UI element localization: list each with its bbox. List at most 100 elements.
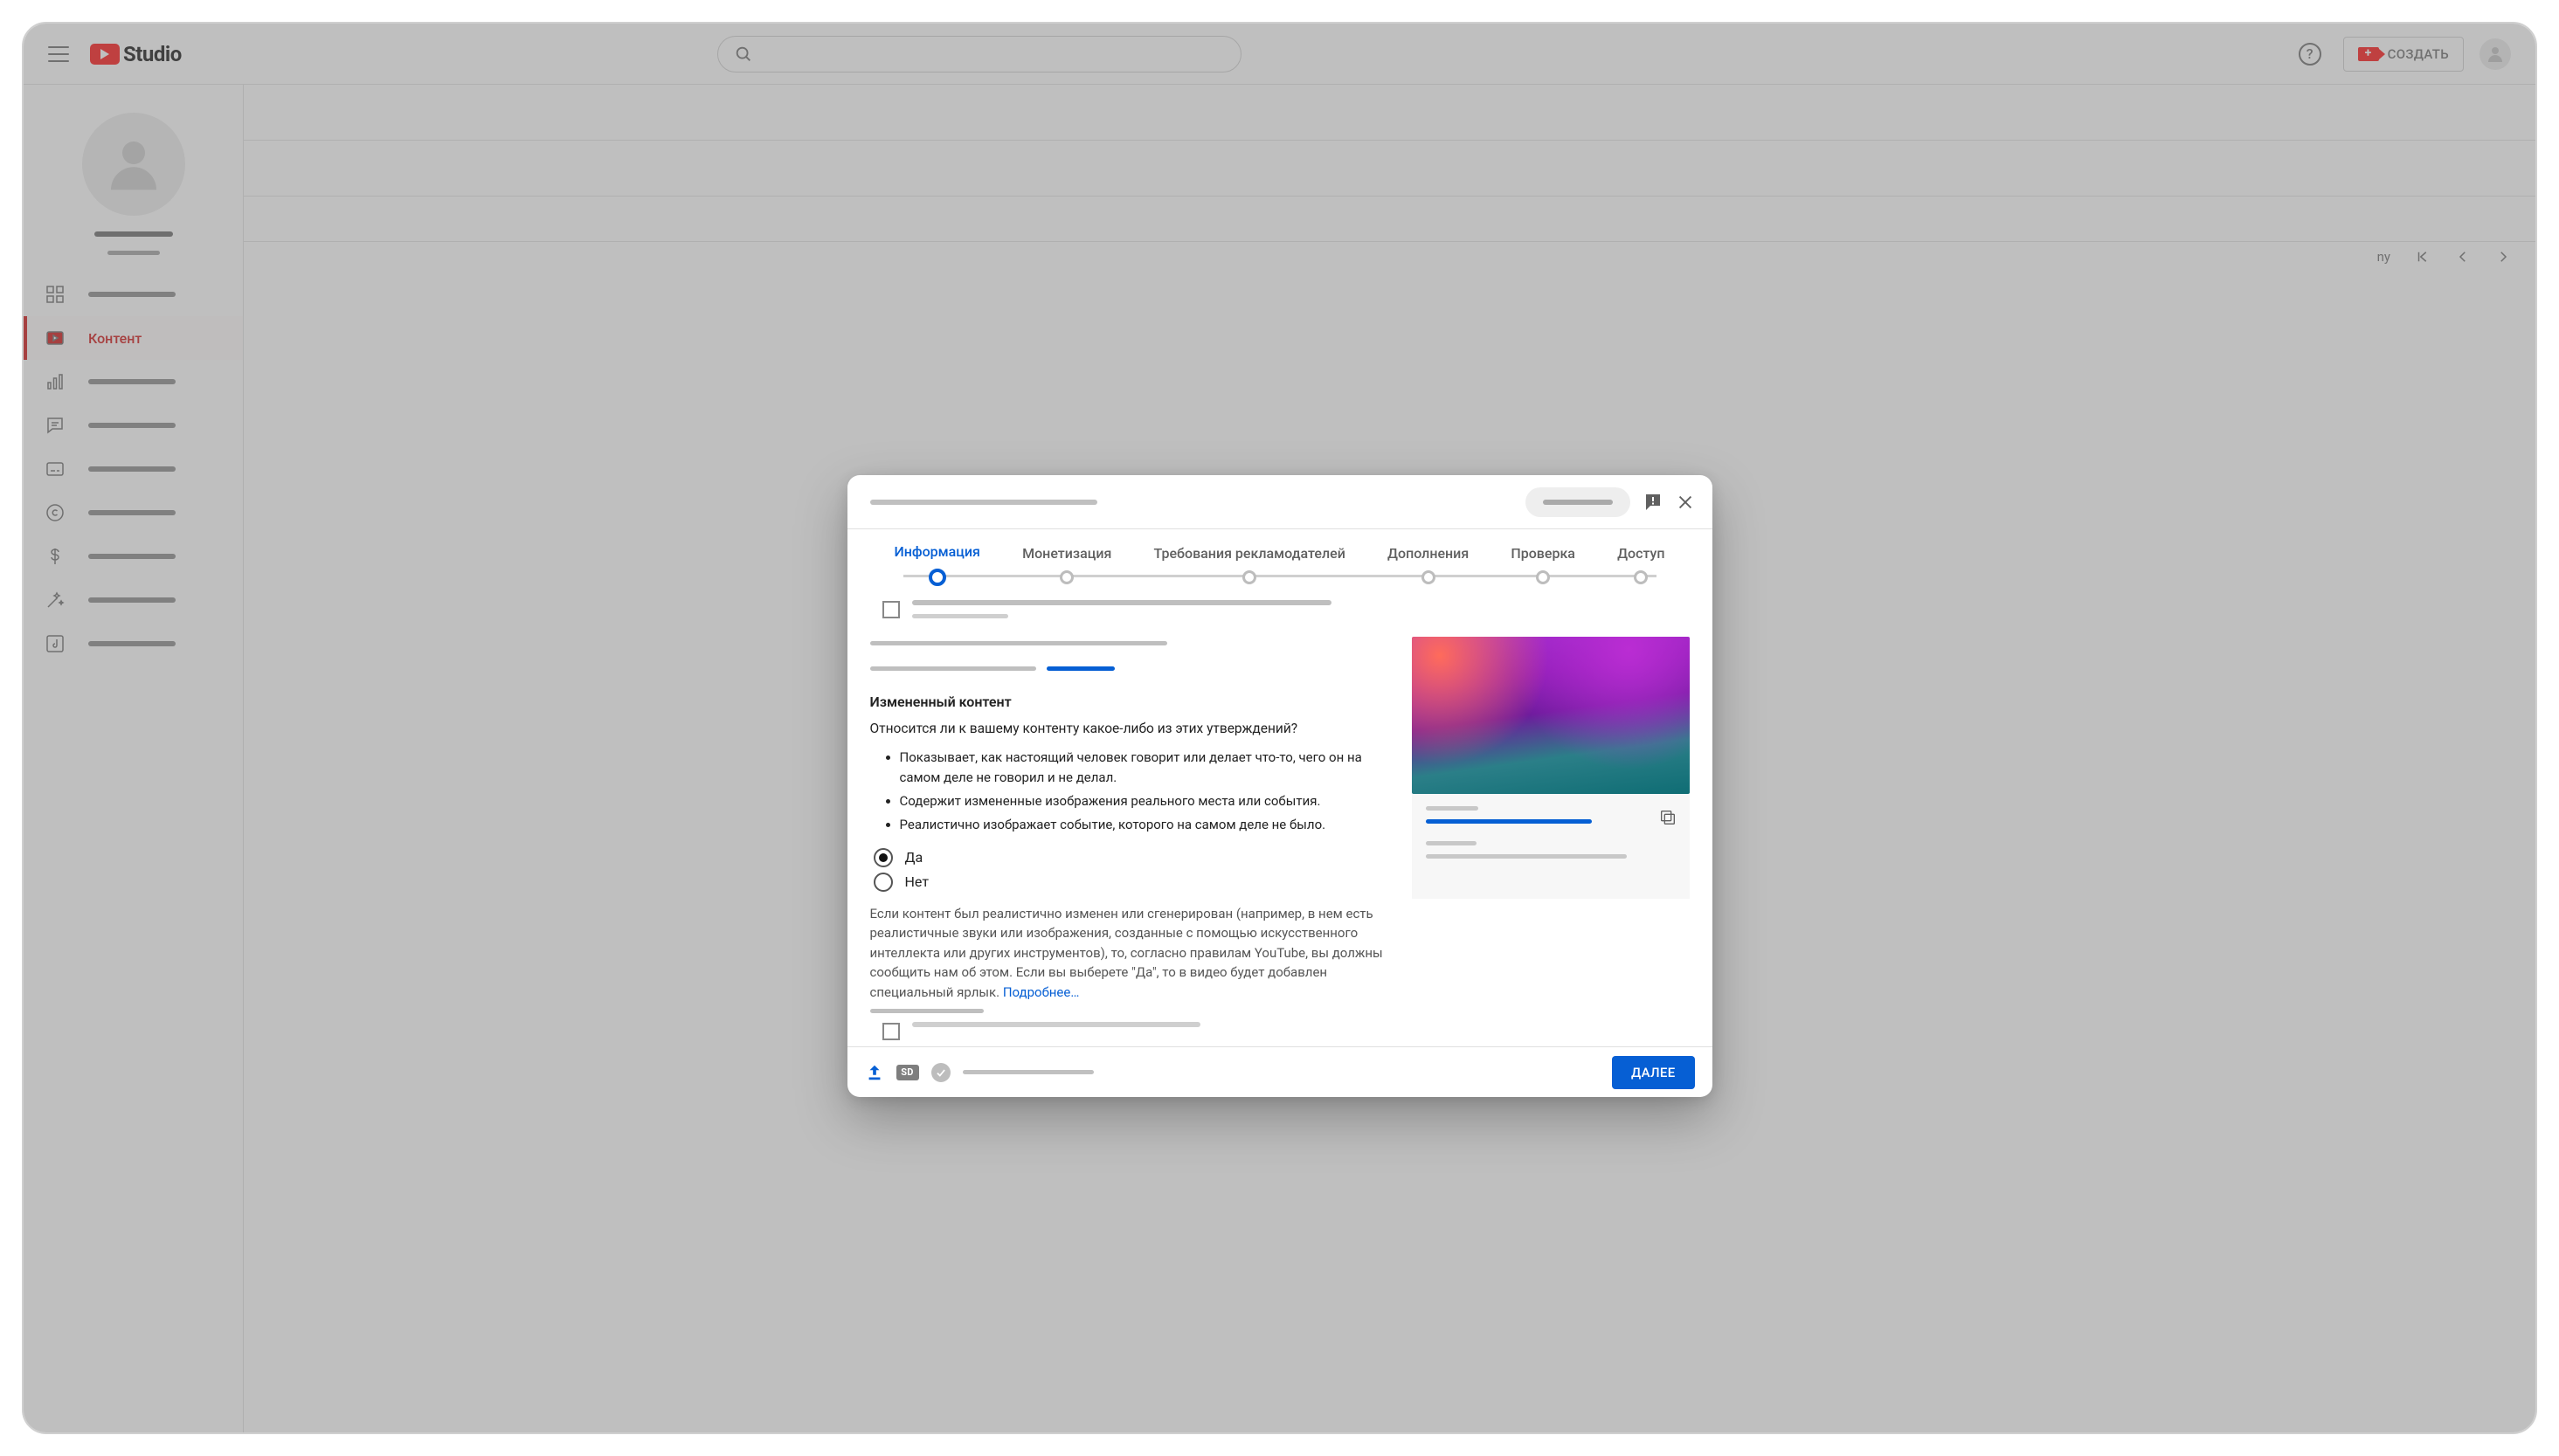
altered-bullet: Показывает, как настоящий человек говори… bbox=[900, 748, 1386, 789]
checkbox-label-placeholder bbox=[912, 600, 1331, 605]
dialog-body: Измененный контент Относится ли к вашему… bbox=[847, 586, 1712, 1046]
copy-link-button[interactable] bbox=[1658, 808, 1677, 827]
learn-more-link[interactable]: Подробнее… bbox=[1003, 984, 1080, 1000]
audio-library-icon bbox=[45, 633, 66, 654]
magic-wand-icon bbox=[45, 590, 66, 611]
sidebar: Контент bbox=[24, 85, 244, 1432]
checkbox-sublabel-placeholder bbox=[912, 614, 1008, 618]
create-video-icon bbox=[2358, 47, 2379, 61]
step-label: Монетизация bbox=[1022, 545, 1111, 562]
radio-icon bbox=[874, 848, 893, 867]
table-pager: ny bbox=[2377, 249, 2511, 265]
altered-content-title: Измененный контент bbox=[870, 693, 1386, 710]
filename-label-placeholder bbox=[1426, 841, 1477, 845]
page-prev-icon[interactable] bbox=[2455, 249, 2471, 265]
content-icon bbox=[45, 328, 66, 348]
step-label: Доступ bbox=[1617, 545, 1664, 562]
step-visibility[interactable]: Доступ bbox=[1617, 545, 1664, 584]
create-button-label: СОЗДАТЬ bbox=[2388, 46, 2449, 62]
step-monetization[interactable]: Монетизация bbox=[1022, 545, 1111, 584]
close-button[interactable] bbox=[1676, 493, 1695, 512]
video-link-label-placeholder bbox=[1426, 806, 1478, 811]
filter-bar bbox=[244, 197, 2535, 242]
logo-text: Studio bbox=[123, 42, 182, 66]
dashboard-icon bbox=[45, 284, 66, 305]
pager-label-fragment: ny bbox=[2377, 249, 2390, 265]
next-button-label: ДАЛЕЕ bbox=[1631, 1065, 1675, 1080]
radio-label: Да bbox=[905, 849, 923, 866]
step-details[interactable]: Информация bbox=[895, 543, 980, 586]
sidebar-item-subtitles[interactable] bbox=[24, 447, 243, 491]
checkbox[interactable] bbox=[882, 1023, 900, 1040]
upload-stepper: Информация Монетизация Требования реклам… bbox=[847, 529, 1712, 586]
step-label: Проверка bbox=[1511, 545, 1575, 562]
sidebar-item-earn[interactable] bbox=[24, 535, 243, 578]
dialog-footer: SD ДАЛЕЕ bbox=[847, 1046, 1712, 1097]
page-next-icon[interactable] bbox=[2495, 249, 2511, 265]
youtube-play-icon bbox=[90, 44, 120, 65]
upload-status-text-placeholder bbox=[963, 1070, 1094, 1074]
altered-bullet: Реалистично изображает событие, которого… bbox=[900, 815, 1386, 835]
checkbox-label-placeholder bbox=[912, 1022, 1200, 1027]
altered-content-explain: Если контент был реалистично изменен или… bbox=[870, 904, 1386, 1003]
studio-logo[interactable]: Studio bbox=[90, 42, 182, 66]
altered-radio-no[interactable]: Нет bbox=[874, 873, 1386, 892]
step-label: Требования рекламодателей bbox=[1154, 545, 1345, 562]
step-label: Дополнения bbox=[1387, 545, 1469, 562]
video-link-placeholder[interactable] bbox=[1426, 819, 1592, 824]
sidebar-item-label bbox=[88, 292, 176, 297]
altered-content-bullets: Показывает, как настоящий человек говори… bbox=[870, 748, 1386, 836]
sidebar-item-label bbox=[88, 423, 176, 428]
dialog-header bbox=[847, 475, 1712, 529]
sidebar-item-label bbox=[88, 510, 176, 515]
subtitles-icon bbox=[45, 459, 66, 480]
sidebar-item-dashboard[interactable] bbox=[24, 273, 243, 316]
filename-placeholder bbox=[1426, 854, 1627, 859]
video-info-panel bbox=[1412, 794, 1690, 899]
sidebar-item-label bbox=[88, 379, 176, 384]
sidebar-item-label bbox=[88, 554, 176, 559]
dialog-title-placeholder bbox=[870, 500, 1097, 505]
channel-avatar[interactable] bbox=[82, 113, 185, 216]
sidebar-item-audio[interactable] bbox=[24, 622, 243, 666]
account-avatar[interactable] bbox=[2479, 38, 2511, 70]
copyright-icon bbox=[45, 502, 66, 523]
upload-status-icon bbox=[865, 1063, 884, 1082]
sidebar-item-label: Контент bbox=[88, 330, 142, 347]
step-ad-suitability[interactable]: Требования рекламодателей bbox=[1154, 545, 1345, 584]
checkbox[interactable] bbox=[882, 601, 900, 618]
person-icon bbox=[100, 130, 168, 198]
hamburger-menu-button[interactable] bbox=[48, 46, 69, 62]
next-button[interactable]: ДАЛЕЕ bbox=[1612, 1056, 1694, 1089]
altered-radio-yes[interactable]: Да bbox=[874, 848, 1386, 867]
details-form: Измененный контент Относится ли к вашему… bbox=[870, 597, 1386, 1039]
analytics-icon bbox=[45, 371, 66, 392]
app-header: Studio ? СОЗДАТЬ bbox=[24, 24, 2535, 85]
search-icon bbox=[734, 45, 753, 64]
create-button[interactable]: СОЗДАТЬ bbox=[2343, 37, 2464, 72]
altered-bullet: Содержит измененные изображения реальног… bbox=[900, 791, 1386, 811]
save-draft-button[interactable] bbox=[1525, 487, 1630, 517]
feedback-icon[interactable] bbox=[1643, 492, 1663, 513]
page-first-icon[interactable] bbox=[2415, 249, 2431, 265]
altered-content-question: Относится ли к вашему контенту какое-либ… bbox=[870, 719, 1386, 738]
help-button[interactable]: ? bbox=[2293, 37, 2327, 72]
video-thumbnail[interactable] bbox=[1412, 637, 1690, 794]
step-label: Информация bbox=[895, 543, 980, 560]
help-icon: ? bbox=[2299, 43, 2321, 66]
step-video-elements[interactable]: Дополнения bbox=[1387, 545, 1469, 584]
channel-block bbox=[24, 100, 243, 273]
sidebar-item-comments[interactable] bbox=[24, 404, 243, 447]
radio-icon bbox=[874, 873, 893, 892]
sidebar-item-label bbox=[88, 641, 176, 646]
sd-badge: SD bbox=[896, 1065, 919, 1080]
upload-details-dialog: Информация Монетизация Требования реклам… bbox=[847, 475, 1712, 1097]
sidebar-item-customize[interactable] bbox=[24, 578, 243, 622]
sidebar-item-content[interactable]: Контент bbox=[24, 316, 243, 360]
dollar-icon bbox=[45, 546, 66, 567]
sidebar-item-copyright[interactable] bbox=[24, 491, 243, 535]
search-input[interactable] bbox=[717, 36, 1241, 72]
step-checks[interactable]: Проверка bbox=[1511, 545, 1575, 584]
person-icon bbox=[2485, 44, 2506, 65]
sidebar-item-analytics[interactable] bbox=[24, 360, 243, 404]
